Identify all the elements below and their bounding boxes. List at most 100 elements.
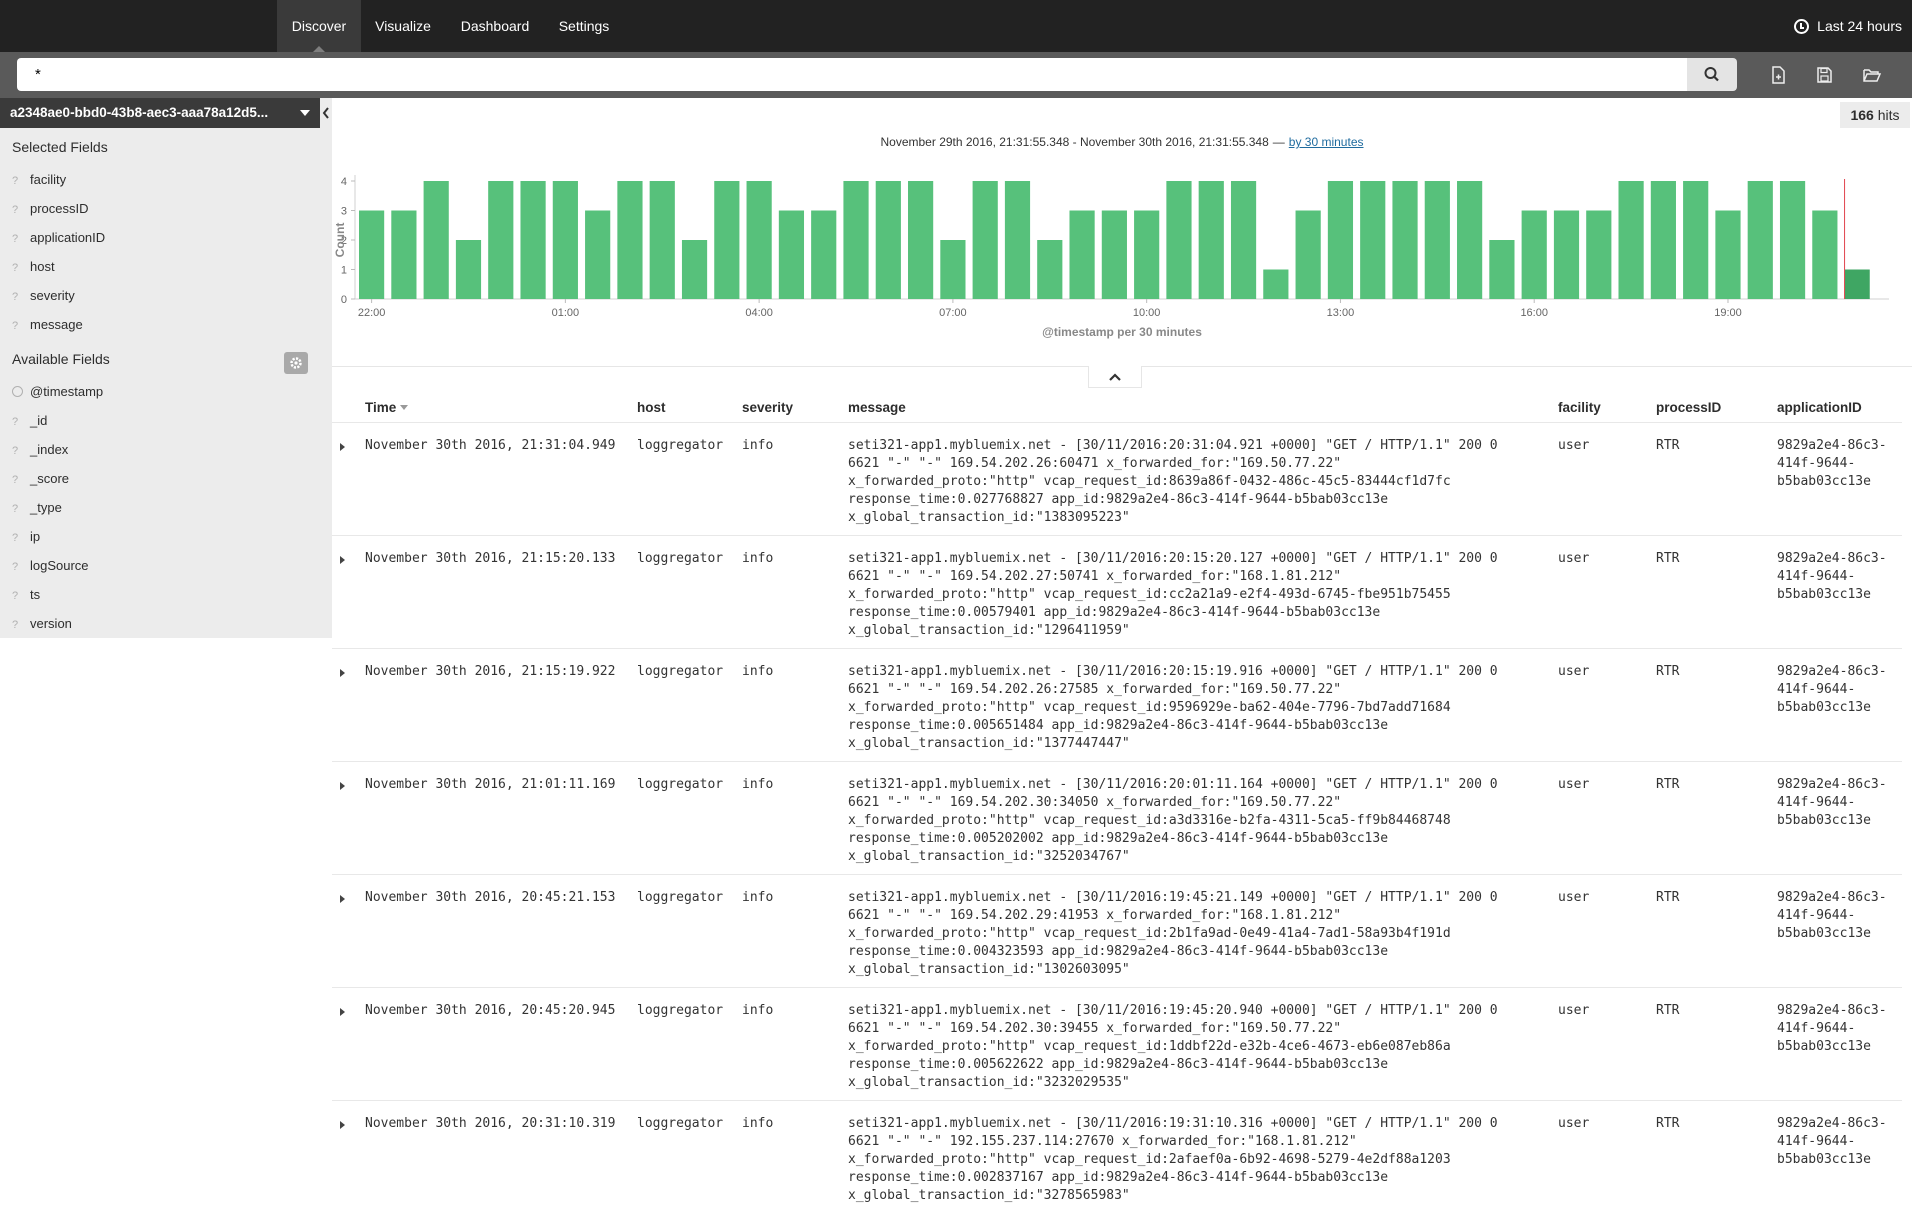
column-header-host[interactable]: host <box>637 400 666 415</box>
search-button[interactable] <box>1687 58 1737 91</box>
message-cell: seti321-app1.mybluemix.net - [30/11/2016… <box>848 438 1498 525</box>
column-header-severity[interactable]: severity <box>742 400 793 415</box>
expand-row-icon[interactable] <box>340 1008 345 1016</box>
field-item-type[interactable]: ? _type <box>12 498 62 518</box>
host-cell: loggregator <box>637 438 724 453</box>
unknown-type-icon: ? <box>12 503 19 515</box>
field-item-applicationid[interactable]: ? applicationID <box>12 228 105 248</box>
host-cell: loggregator <box>637 777 724 792</box>
table-row[interactable]: November 30th 2016, 20:45:21.153 loggreg… <box>332 874 1902 987</box>
index-pattern-selector[interactable]: a2348ae0-bbd0-43b8-aec3-aaa78a12d5... <box>0 98 320 128</box>
interval-link[interactable]: by 30 minutes <box>1289 135 1364 149</box>
x-tick-label: 07:00 <box>939 307 967 319</box>
timepicker-button[interactable]: Last 24 hours <box>1794 0 1902 52</box>
x-tick-label: 10:00 <box>1133 307 1161 319</box>
new-search-button[interactable] <box>1766 64 1790 86</box>
expand-row-icon[interactable] <box>340 669 345 677</box>
clock-icon <box>1794 19 1810 34</box>
column-header-applicationid[interactable]: applicationID <box>1777 400 1862 415</box>
tab-settings[interactable]: Settings <box>550 0 618 52</box>
collapse-sidebar-button[interactable] <box>320 98 332 128</box>
column-label: message <box>848 400 906 415</box>
histogram-bar <box>1230 181 1257 299</box>
unknown-type-icon: ? <box>12 445 19 457</box>
field-item-severity[interactable]: ? severity <box>12 286 75 306</box>
field-name: host <box>30 259 55 274</box>
sort-down-icon[interactable] <box>400 405 409 410</box>
histogram-bar <box>1327 181 1354 299</box>
x-tick-label: 16:00 <box>1520 307 1548 319</box>
field-item-processid[interactable]: ? processID <box>12 199 89 219</box>
table-row[interactable]: November 30th 2016, 20:45:20.945 loggreg… <box>332 987 1902 1100</box>
tab-dashboard[interactable]: Dashboard <box>452 0 538 52</box>
expand-row-icon[interactable] <box>340 895 345 903</box>
field-settings-button[interactable] <box>284 352 308 374</box>
available-fields-heading: Available Fields <box>12 351 110 367</box>
open-search-button[interactable] <box>1860 64 1884 86</box>
column-header-processid[interactable]: processID <box>1656 400 1721 415</box>
host-cell: loggregator <box>637 890 724 905</box>
date-type-icon <box>12 386 23 397</box>
field-item-logsource[interactable]: ? logSource <box>12 556 89 576</box>
column-header-message[interactable]: message <box>848 400 906 415</box>
table-row[interactable]: November 30th 2016, 21:01:11.169 loggreg… <box>332 761 1902 874</box>
field-item-host[interactable]: ? host <box>12 257 55 277</box>
field-item-id[interactable]: ? _id <box>12 411 47 431</box>
field-name: _index <box>30 442 69 457</box>
chart-time-range: November 29th 2016, 21:31:55.348 - Novem… <box>0 135 1912 149</box>
tab-visualize[interactable]: Visualize <box>366 0 440 52</box>
field-item-facility[interactable]: ? facility <box>12 170 66 190</box>
top-navbar: Discover Visualize Dashboard Settings La… <box>0 0 1912 52</box>
histogram-bar <box>1457 181 1483 299</box>
search-input[interactable] <box>17 58 1687 91</box>
column-header-facility[interactable]: facility <box>1558 400 1601 415</box>
severity-cell: info <box>742 551 774 566</box>
tab-label: Settings <box>558 18 610 34</box>
severity-cell: info <box>742 664 774 679</box>
histogram-bar <box>940 240 966 299</box>
table-row[interactable]: November 30th 2016, 21:15:19.922 loggreg… <box>332 648 1902 761</box>
message-cell: seti321-app1.mybluemix.net - [30/11/2016… <box>848 551 1498 638</box>
column-header-time[interactable]: Time <box>365 400 409 415</box>
field-item-ip[interactable]: ? ip <box>12 527 40 547</box>
field-item-ts[interactable]: ? ts <box>12 585 40 605</box>
field-item-message[interactable]: ? message <box>12 315 83 335</box>
tab-label: Discover <box>291 18 347 34</box>
histogram-bar <box>585 210 611 299</box>
field-item-timestamp[interactable]: @timestamp <box>12 382 103 402</box>
gear-icon <box>290 357 302 369</box>
expand-row-icon[interactable] <box>340 1121 345 1129</box>
unknown-type-icon: ? <box>12 262 19 274</box>
message-cell: seti321-app1.mybluemix.net - [30/11/2016… <box>848 1003 1498 1090</box>
histogram-bar <box>746 181 772 299</box>
time-cell: November 30th 2016, 21:31:04.949 <box>365 438 616 453</box>
save-search-button[interactable] <box>1812 64 1836 86</box>
field-item-score[interactable]: ? _score <box>12 469 69 489</box>
collapse-chart-button[interactable] <box>1088 366 1142 388</box>
host-cell: loggregator <box>637 551 724 566</box>
histogram-bar <box>488 181 514 299</box>
table-row[interactable]: November 30th 2016, 21:15:20.133 loggreg… <box>332 535 1902 648</box>
table-row[interactable]: November 30th 2016, 21:31:04.949 loggreg… <box>332 422 1902 535</box>
expand-row-icon[interactable] <box>340 443 345 451</box>
histogram-bar <box>1101 210 1127 299</box>
time-range-text: November 29th 2016, 21:31:55.348 - Novem… <box>880 135 1269 149</box>
field-name: _score <box>30 471 70 486</box>
histogram-bar <box>649 181 675 299</box>
expand-row-icon[interactable] <box>340 556 345 564</box>
tab-discover[interactable]: Discover <box>277 0 361 52</box>
histogram-bar <box>681 240 708 299</box>
field-item-version[interactable]: ? version <box>12 614 72 634</box>
applicationid-cell: 9829a2e4-86c3- 414f-9644- b5bab03cc13e <box>1777 438 1887 489</box>
histogram-bar <box>391 210 417 299</box>
applicationid-cell: 9829a2e4-86c3- 414f-9644- b5bab03cc13e <box>1777 1116 1887 1167</box>
histogram-bar <box>972 181 998 299</box>
processid-cell: RTR <box>1656 551 1680 566</box>
x-tick-label: 13:00 <box>1327 307 1355 319</box>
field-item-index[interactable]: ? _index <box>12 440 68 460</box>
expand-row-icon[interactable] <box>340 782 345 790</box>
table-row[interactable]: November 30th 2016, 20:31:10.319 loggreg… <box>332 1100 1902 1208</box>
facility-cell: user <box>1558 1003 1590 1018</box>
histogram-bar <box>1812 210 1838 299</box>
host-cell: loggregator <box>637 664 724 679</box>
